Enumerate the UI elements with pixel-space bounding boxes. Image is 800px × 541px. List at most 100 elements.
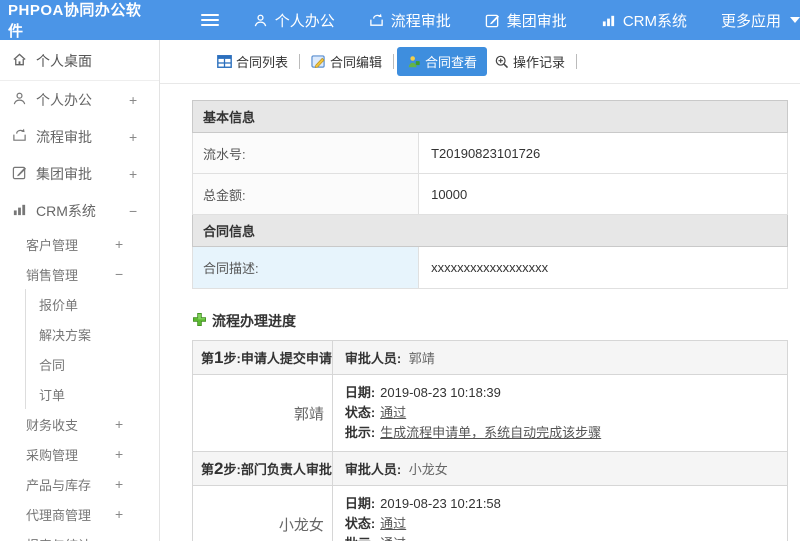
edit-document-icon bbox=[311, 54, 326, 69]
main-content: 合同列表 合同编辑 合同查看 操作记录 基本信息 流水号: T201908231… bbox=[160, 40, 800, 541]
step-name: 第2步:部门负责人审批 bbox=[192, 451, 333, 486]
table-row: 总金额: 10000 bbox=[191, 173, 788, 215]
approval-details: 日期: 2019-08-23 10:21:58 状态: 通过 批示: 通过 bbox=[331, 485, 789, 541]
tab-contract-edit[interactable]: 合同编辑 bbox=[303, 48, 390, 75]
sidebar-item-contract[interactable]: 合同 bbox=[25, 349, 159, 379]
date-label: 日期: bbox=[344, 385, 376, 400]
approver-label: 审批人员: bbox=[344, 351, 402, 366]
expand-icon[interactable]: + bbox=[115, 506, 159, 522]
tab-divider bbox=[576, 54, 578, 69]
nav-group-approval[interactable]: 集团审批 bbox=[485, 10, 567, 31]
tab-bar: 合同列表 合同编辑 合同查看 操作记录 bbox=[160, 40, 800, 84]
step-detail-row: 小龙女 日期: 2019-08-23 10:21:58 状态: 通过 批示: 通过 bbox=[192, 485, 789, 541]
date-value: 2019-08-23 10:21:58 bbox=[380, 496, 501, 511]
sidebar-item-agent-management[interactable]: 代理商管理 + bbox=[0, 499, 159, 529]
sidebar-item-group-approval[interactable]: 集团审批 + bbox=[0, 155, 159, 192]
collapse-icon[interactable]: − bbox=[129, 203, 159, 219]
sidebar-item-finance[interactable]: 财务收支 + bbox=[0, 409, 159, 439]
search-plus-icon bbox=[495, 55, 509, 69]
nav-label: 更多应用 bbox=[720, 12, 781, 30]
sidebar-item-order[interactable]: 订单 bbox=[25, 379, 159, 409]
person-icon bbox=[253, 13, 268, 28]
person-figure-icon bbox=[407, 55, 421, 69]
sidebar-item-sales-management[interactable]: 销售管理 − bbox=[0, 259, 159, 289]
sidebar-item-solution[interactable]: 解决方案 bbox=[25, 319, 159, 349]
person-icon bbox=[12, 91, 27, 109]
table-icon bbox=[217, 55, 232, 68]
status-value: 通过 bbox=[380, 516, 407, 531]
bar-chart-icon bbox=[601, 13, 616, 28]
tab-operation-log[interactable]: 操作记录 bbox=[487, 48, 573, 75]
approver-name: 小龙女 bbox=[408, 462, 448, 477]
expand-icon[interactable]: + bbox=[115, 446, 159, 462]
sidebar-item-label: 产品与库存 bbox=[26, 477, 92, 493]
tab-divider bbox=[299, 54, 301, 69]
section-title: 基本信息 bbox=[192, 100, 788, 133]
sidebar-item-purchase-management[interactable]: 采购管理 + bbox=[0, 439, 159, 469]
tab-divider bbox=[393, 54, 395, 69]
step-header-row: 第2步:部门负责人审批 审批人员: 小龙女 bbox=[192, 451, 789, 486]
app-title: PHPOA协同办公软件 bbox=[8, 2, 142, 40]
sidebar-item-crm-system[interactable]: CRM系统 − bbox=[0, 192, 159, 229]
sidebar-item-label: 合同 bbox=[39, 357, 66, 373]
contract-view-panel: 基本信息 流水号: T20190823101726 总金额: 10000 合同信… bbox=[160, 84, 800, 541]
step-header-row: 第1步:申请人提交申请 审批人员: 郭靖 bbox=[192, 340, 789, 375]
nav-label: 集团审批 bbox=[506, 12, 567, 30]
nav-crm-system[interactable]: CRM系统 bbox=[601, 10, 687, 31]
approval-remark-line: 批示: 通过 bbox=[345, 534, 787, 541]
sidebar-item-personal-office[interactable]: 个人办公 + bbox=[0, 81, 159, 118]
sidebar-item-reports-statistics[interactable]: 报表与统计 bbox=[0, 529, 159, 541]
topbar: PHPOA协同办公软件 个人办公 流程审批 集团审批 CRM系统 更多应用 bbox=[0, 0, 800, 40]
expand-icon[interactable]: + bbox=[129, 166, 159, 182]
approver-cell: 审批人员: 郭靖 bbox=[331, 340, 789, 375]
edit-icon bbox=[12, 165, 27, 183]
sidebar-item-label: 客户管理 bbox=[26, 237, 79, 253]
sidebar-item-label: 个人桌面 bbox=[36, 53, 92, 69]
sidebar-item-label: 报表与统计 bbox=[26, 535, 159, 541]
process-approval-icon bbox=[12, 128, 27, 146]
nav-label: 个人办公 bbox=[274, 12, 335, 30]
sidebar-item-process-approval[interactable]: 流程审批 + bbox=[0, 118, 159, 155]
field-label-serial-number: 流水号: bbox=[191, 132, 420, 174]
tab-contract-view[interactable]: 合同查看 bbox=[397, 47, 488, 76]
approval-date-line: 日期: 2019-08-23 10:18:39 bbox=[345, 383, 787, 403]
expand-icon[interactable]: + bbox=[115, 236, 159, 252]
expand-icon[interactable]: + bbox=[115, 416, 159, 432]
expand-icon[interactable]: + bbox=[115, 476, 159, 492]
field-label-total-amount: 总金额: bbox=[191, 173, 420, 215]
sidebar-item-customer-management[interactable]: 客户管理 + bbox=[0, 229, 159, 259]
remark-value: 生成流程申请单，系统自动完成该步骤 bbox=[380, 425, 602, 440]
nav-personal-office[interactable]: 个人办公 bbox=[253, 10, 335, 31]
sidebar-item-label: CRM系统 bbox=[36, 202, 96, 219]
sidebar-item-label: 销售管理 bbox=[26, 267, 79, 283]
date-label: 日期: bbox=[344, 496, 376, 511]
nav-more-apps[interactable]: 更多应用 bbox=[721, 10, 800, 31]
home-icon bbox=[12, 52, 27, 70]
nav-process-approval[interactable]: 流程审批 bbox=[369, 10, 451, 31]
sidebar-item-label: 个人办公 bbox=[36, 91, 92, 108]
approval-date-line: 日期: 2019-08-23 10:21:58 bbox=[345, 494, 787, 514]
sidebar-item-product-inventory[interactable]: 产品与库存 + bbox=[0, 469, 159, 499]
process-approval-icon bbox=[369, 13, 384, 28]
sidebar-item-label: 代理商管理 bbox=[26, 507, 92, 523]
approval-remark-line: 批示: 生成流程申请单，系统自动完成该步骤 bbox=[345, 423, 787, 443]
hamburger-menu-icon[interactable] bbox=[200, 14, 219, 26]
progress-steps-table: 第1步:申请人提交申请 审批人员: 郭靖 郭靖 日期: 2019-08-23 10… bbox=[192, 340, 789, 541]
progress-section-title: 流程办理进度 bbox=[192, 311, 788, 331]
section-header-basic-info: 基本信息 bbox=[192, 100, 788, 133]
section-title: 合同信息 bbox=[192, 214, 788, 247]
sidebar-item-label: 财务收支 bbox=[26, 417, 79, 433]
status-label: 状态: bbox=[344, 516, 376, 531]
tab-contract-list[interactable]: 合同列表 bbox=[209, 48, 296, 75]
expand-icon[interactable]: + bbox=[129, 92, 159, 108]
expand-icon[interactable]: + bbox=[129, 129, 159, 145]
status-value: 通过 bbox=[380, 405, 407, 420]
field-value-total-amount: 10000 bbox=[418, 173, 788, 215]
table-row: 合同描述: xxxxxxxxxxxxxxxxxx bbox=[191, 246, 788, 289]
tab-label: 操作记录 bbox=[513, 55, 566, 70]
collapse-icon[interactable]: − bbox=[115, 266, 159, 282]
sidebar-item-quotation[interactable]: 报价单 bbox=[25, 289, 159, 319]
sidebar-item-personal-desktop[interactable]: 个人桌面 bbox=[0, 42, 159, 81]
field-label-contract-description: 合同描述: bbox=[191, 246, 420, 289]
status-label: 状态: bbox=[344, 405, 376, 420]
